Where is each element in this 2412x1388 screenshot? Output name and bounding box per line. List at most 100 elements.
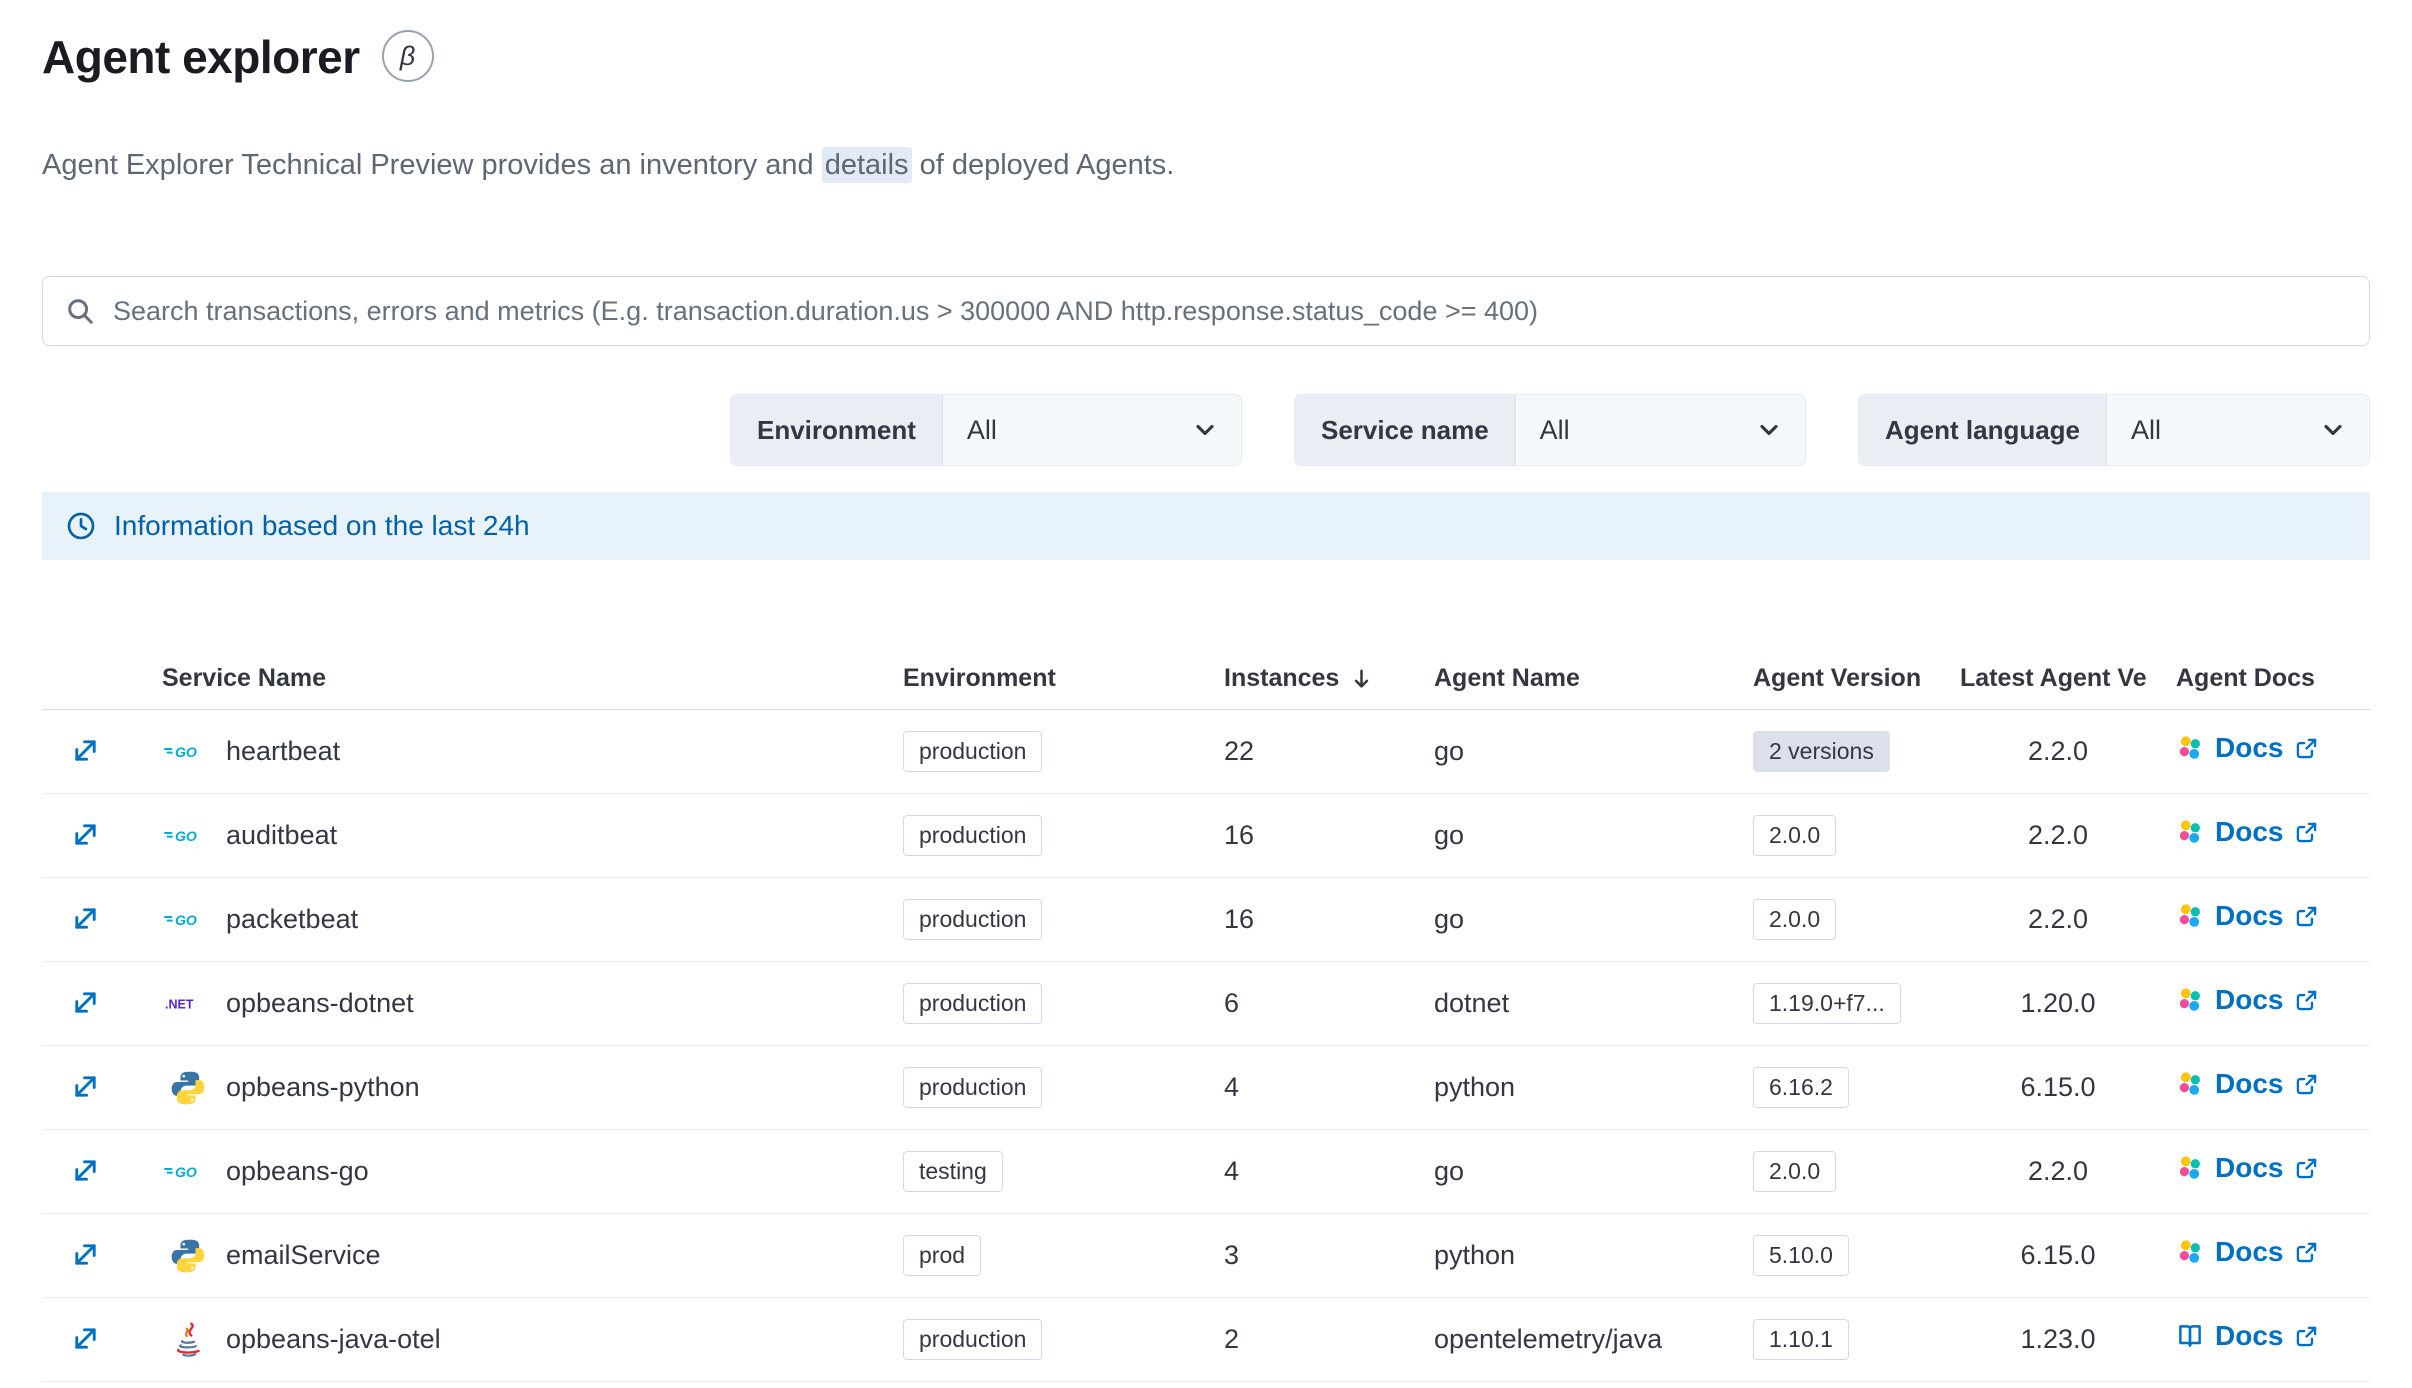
- service-name: opbeans-go: [226, 1156, 369, 1186]
- elastic-agent-icon: [2176, 1238, 2204, 1266]
- instances-count: 4: [1224, 1072, 1240, 1102]
- filter-bar: Environment All Service name All Agent langu…: [42, 394, 2370, 466]
- svg-text:GO: GO: [175, 912, 197, 928]
- latest-agent-version: 2.2.0: [2027, 820, 2089, 850]
- agent-docs-link[interactable]: Docs: [2176, 1322, 2319, 1350]
- docs-link-label: Docs: [2215, 1152, 2284, 1183]
- agent-docs-link[interactable]: Docs: [2176, 986, 2319, 1014]
- python-icon: [162, 1238, 214, 1274]
- column-header-service-name[interactable]: Service Name: [162, 664, 326, 693]
- expand-row-button[interactable]: [66, 899, 105, 938]
- column-header-instances[interactable]: Instances: [1224, 664, 1374, 693]
- callout-text: Information based on the last 24h: [114, 510, 530, 541]
- agent-docs-link[interactable]: Docs: [2176, 902, 2319, 930]
- environment-badge: testing: [903, 1151, 1003, 1192]
- go-icon: GO: [162, 910, 214, 930]
- svg-text:GO: GO: [175, 1164, 197, 1180]
- instances-count: 2: [1224, 1324, 1240, 1354]
- chevron-down-icon: [1755, 416, 1783, 444]
- elastic-agent-icon: [2176, 902, 2204, 930]
- expand-row-button[interactable]: [66, 1235, 105, 1274]
- expand-row-button[interactable]: [66, 815, 105, 854]
- environment-badge: production: [903, 731, 1043, 772]
- agent-name: go: [1434, 1156, 1465, 1186]
- column-header-agent-name[interactable]: Agent Name: [1434, 664, 1580, 693]
- agent-name: python: [1434, 1240, 1516, 1270]
- column-header-agent-docs[interactable]: Agent Docs: [2176, 664, 2315, 693]
- filter-selected-value: All: [2107, 395, 2369, 465]
- filter-agent-language[interactable]: Agent language All: [1858, 394, 2370, 466]
- elastic-agent-icon: [2176, 1154, 2204, 1182]
- environment-badge: production: [903, 1067, 1043, 1108]
- external-link-icon: [2294, 736, 2319, 761]
- column-header-label: Agent Docs: [2176, 664, 2315, 692]
- agent-docs-link[interactable]: Docs: [2176, 734, 2319, 762]
- column-header-latest-agent-ve[interactable]: Latest Agent Ve: [1960, 664, 2147, 693]
- elastic-agent-icon: [2176, 986, 2204, 1014]
- external-link-icon: [2294, 1324, 2319, 1349]
- elastic-agent-icon: [2176, 734, 2204, 762]
- expand-row-button[interactable]: [66, 1151, 105, 1190]
- expand-row-button[interactable]: [66, 983, 105, 1022]
- filter-service-name[interactable]: Service name All: [1294, 394, 1806, 466]
- environment-badge: production: [903, 983, 1043, 1024]
- instances-count: 4: [1224, 1156, 1240, 1186]
- svg-text:GO: GO: [175, 828, 197, 844]
- external-link-icon: [2294, 1240, 2319, 1265]
- latest-agent-version: 1.23.0: [2020, 1324, 2096, 1354]
- latest-agent-version: 1.20.0: [2020, 988, 2096, 1018]
- agent-name: opentelemetry/java: [1434, 1324, 1663, 1354]
- book-icon: [2176, 1322, 2204, 1350]
- agent-version-badge: 6.16.2: [1753, 1067, 1849, 1108]
- service-name: packetbeat: [226, 904, 359, 934]
- go-icon: GO: [162, 826, 214, 846]
- agent-docs-link[interactable]: Docs: [2176, 1238, 2319, 1266]
- table-row: opbeans-python production 4 python 6.16.…: [42, 1046, 2370, 1130]
- agent-name: dotnet: [1434, 988, 1510, 1018]
- agent-version-badge: 2 versions: [1753, 731, 1890, 772]
- service-name: heartbeat: [226, 736, 341, 766]
- agent-docs-link[interactable]: Docs: [2176, 1154, 2319, 1182]
- time-range-callout: Information based on the last 24h: [42, 492, 2370, 560]
- latest-agent-version: 6.15.0: [2020, 1240, 2096, 1270]
- external-link-icon: [2294, 1072, 2319, 1097]
- subtitle-text: of deployed Agents.: [911, 149, 1175, 181]
- dotnet-icon: .NET: [162, 994, 214, 1014]
- external-link-icon: [2294, 1156, 2319, 1181]
- search-icon: [65, 296, 95, 326]
- environment-badge: production: [903, 899, 1043, 940]
- table-row: GO heartbeat production 22 go 2 versions…: [42, 710, 2370, 794]
- java-icon: [162, 1322, 214, 1358]
- filter-value-text: All: [2131, 414, 2162, 445]
- agent-version-badge: 1.19.0+f7...: [1753, 983, 1901, 1024]
- filter-environment[interactable]: Environment All: [730, 394, 1242, 466]
- expand-row-button[interactable]: [66, 731, 105, 770]
- page-header: Agent explorer β: [42, 30, 2370, 84]
- expand-row-button[interactable]: [66, 1067, 105, 1106]
- column-header-agent-version[interactable]: Agent Version: [1753, 664, 1921, 693]
- docs-link-label: Docs: [2215, 816, 2284, 847]
- environment-badge: prod: [903, 1235, 982, 1276]
- instances-count: 16: [1224, 820, 1255, 850]
- table-header-row: Service Name Environment Instances Agent Na…: [42, 648, 2370, 710]
- elastic-agent-icon: [2176, 818, 2204, 846]
- table-row: GO auditbeat production 16 go 2.0.0 2.2.…: [42, 794, 2370, 878]
- filter-label: Environment: [731, 395, 943, 465]
- agent-docs-link[interactable]: Docs: [2176, 1070, 2319, 1098]
- agent-explorer-page: Agent explorer β Agent Explorer Technica…: [0, 0, 2412, 1382]
- column-header-label: Agent Name: [1434, 664, 1580, 692]
- agent-docs-link[interactable]: Docs: [2176, 818, 2319, 846]
- filter-selected-value: All: [943, 395, 1241, 465]
- table-body: GO heartbeat production 22 go 2 versions…: [42, 710, 2370, 1382]
- agent-name: go: [1434, 736, 1465, 766]
- latest-agent-version: 2.2.0: [2027, 1156, 2089, 1186]
- agent-name: go: [1434, 820, 1465, 850]
- search-bar[interactable]: [42, 276, 2370, 346]
- environment-badge: production: [903, 1319, 1043, 1360]
- instances-count: 16: [1224, 904, 1255, 934]
- expand-row-button[interactable]: [66, 1319, 105, 1358]
- search-input[interactable]: [95, 294, 2353, 328]
- instances-count: 22: [1224, 736, 1255, 766]
- column-header-environment[interactable]: Environment: [903, 664, 1056, 693]
- subtitle-highlight: details: [821, 147, 912, 183]
